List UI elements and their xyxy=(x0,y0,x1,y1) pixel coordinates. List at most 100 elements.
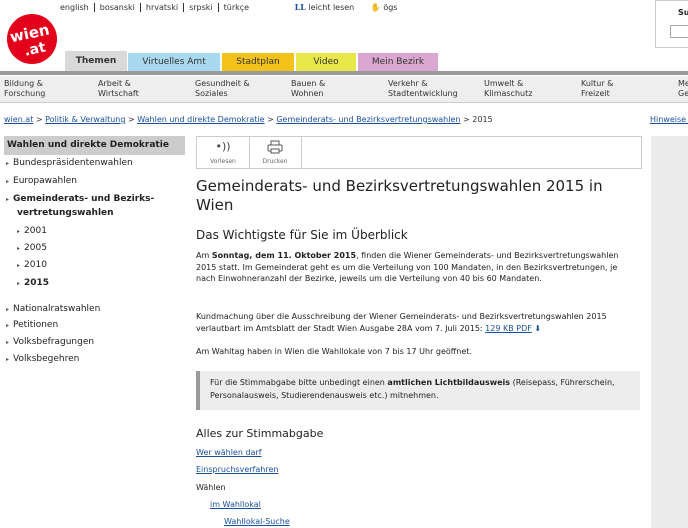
sidebar-item-2001[interactable]: ▸ 2001 xyxy=(17,226,47,236)
category-line: Verkehr & xyxy=(388,79,428,88)
intro-paragraph: Am Sonntag, dem 11. Oktober 2015, finden… xyxy=(196,250,636,285)
tab-label: Themen xyxy=(75,56,117,66)
leicht-lesen-link[interactable]: LL leicht lesen xyxy=(295,2,355,12)
arrow-icon: ▸ xyxy=(6,339,10,346)
category-line: Gesundheit & xyxy=(195,79,250,88)
category-umwelt[interactable]: Umwelt & Klimaschutz xyxy=(484,79,532,99)
wien-at-logo[interactable]: wien .at xyxy=(4,14,60,64)
category-line: Soziales xyxy=(195,89,228,98)
sidebar-item-label: Gemeinderats- und Bezirks- xyxy=(13,194,155,204)
sidebar-item-label: Bundespräsidentenwahlen xyxy=(13,158,133,168)
breadcrumb-link[interactable]: wien.at xyxy=(4,115,33,124)
tab-virtuelles-amt[interactable]: Virtuelles Amt xyxy=(128,53,220,71)
breadcrumb-link[interactable]: Politik & Verwaltung xyxy=(45,115,125,124)
id-notice-text: Für die Stimmabgabe bitte unbedingt eine… xyxy=(210,377,620,402)
sidebar-item-europawahlen[interactable]: ▸ Europawahlen xyxy=(6,176,77,186)
category-gesundheit[interactable]: Gesundheit & Soziales xyxy=(195,79,250,99)
sidebar-item-gemeinderat-cont[interactable]: vertretungswahlen xyxy=(17,208,114,218)
search-label: Su xyxy=(678,8,688,17)
category-verkehr[interactable]: Verkehr & Stadtentwicklung xyxy=(388,79,458,99)
category-line: Umwelt & xyxy=(484,79,524,88)
category-more[interactable]: Me Ge xyxy=(678,79,688,99)
category-line: Klimaschutz xyxy=(484,89,533,98)
sidebar-item-label: 2015 xyxy=(24,278,50,288)
sidebar-item-label: Volksbefragungen xyxy=(13,337,95,347)
category-line: Ge xyxy=(678,89,688,98)
hinweise-link[interactable]: Hinweise z xyxy=(650,115,688,124)
sidebar-item-volksbefragungen[interactable]: ▸ Volksbefragungen xyxy=(6,337,94,347)
read-aloud-button[interactable]: •)) Vorlesen xyxy=(197,137,250,168)
search-panel: Su xyxy=(655,0,688,48)
sidebar-item-nationalrat[interactable]: ▸ Nationalratswahlen xyxy=(6,304,100,314)
tab-mein-bezirk[interactable]: Mein Bezirk xyxy=(358,53,438,71)
sidebar-item-2005[interactable]: ▸ 2005 xyxy=(17,243,47,253)
category-kultur[interactable]: Kultur & Freizeit xyxy=(581,79,613,99)
arrow-icon: ▸ xyxy=(17,262,21,269)
breadcrumb-sep: > xyxy=(463,115,470,124)
id-notice-box: Für die Stimmabgabe bitte unbedingt eine… xyxy=(196,371,640,410)
breadcrumb-sep: > xyxy=(35,115,43,124)
printer-icon xyxy=(249,140,301,157)
lang-link-english[interactable]: english xyxy=(60,3,95,12)
sidebar-item-label: 2010 xyxy=(24,260,47,270)
text-bold: amtlichen Lichtbildausweis xyxy=(387,378,511,387)
breadcrumb-link[interactable]: Gemeinderats- und Bezirksvertretungswahl… xyxy=(276,115,460,124)
sign-language-link[interactable]: ✋ ögs xyxy=(371,3,398,12)
category-line: Me xyxy=(678,79,688,88)
wahllokal-link[interactable]: im Wahllokal xyxy=(210,500,261,509)
page-toolbar: •)) Vorlesen Drucken xyxy=(196,136,642,169)
read-aloud-label: Vorlesen xyxy=(210,158,236,165)
leicht-lesen-icon: LL xyxy=(294,2,306,12)
category-line: Freizeit xyxy=(581,89,610,98)
breadcrumb: wien.at > Politik & Verwaltung > Wahlen … xyxy=(4,115,493,124)
einspruch-link[interactable]: Einspruchsverfahren xyxy=(196,465,278,474)
tab-themen[interactable]: Themen xyxy=(65,51,127,72)
sidebar-item-petitionen[interactable]: ▸ Petitionen xyxy=(6,320,58,330)
text: Kundmachung über die Ausschreibung der W… xyxy=(196,312,607,333)
sidebar: Wahlen und direkte Demokratie xyxy=(4,136,185,155)
lang-link-bosanski[interactable]: bosanski xyxy=(95,3,141,12)
arrow-icon: ▸ xyxy=(6,306,10,313)
tab-label: Virtuelles Amt xyxy=(142,57,206,67)
announcement-paragraph: Kundmachung über die Ausschreibung der W… xyxy=(196,311,636,334)
speaker-icon: •)) xyxy=(215,140,231,153)
wer-waehlen-link[interactable]: Wer wählen darf xyxy=(196,448,262,457)
category-bildung[interactable]: Bildung & Forschung xyxy=(4,79,45,99)
tab-bar-underline xyxy=(0,71,688,75)
category-line: Kultur & xyxy=(581,79,614,88)
sidebar-item-label: Nationalratswahlen xyxy=(13,304,101,314)
category-nav: Bildung & Forschung Arbeit & Wirtschaft Ge… xyxy=(0,76,688,103)
page-title: Gemeinderats- und Bezirksvertretungswahl… xyxy=(196,177,603,214)
lang-link-tuerkce[interactable]: türkçe xyxy=(219,3,254,12)
sidebar-heading[interactable]: Wahlen und direkte Demokratie xyxy=(4,136,185,155)
search-input[interactable] xyxy=(670,25,688,38)
breadcrumb-sep: > xyxy=(267,115,274,124)
sidebar-item-label: 2001 xyxy=(24,226,47,236)
sidebar-item-gemeinderat[interactable]: ▸ Gemeinderats- und Bezirks- xyxy=(6,194,154,204)
right-column xyxy=(651,136,688,528)
arrow-icon: ▸ xyxy=(17,228,21,235)
text: Am xyxy=(196,251,212,260)
sidebar-item-bundespraesident[interactable]: ▸ Bundespräsidentenwahlen xyxy=(6,158,133,168)
lang-link-srpski[interactable]: srpski xyxy=(184,3,219,12)
category-line: Bildung & xyxy=(4,79,44,88)
sidebar-item-volksbegehren[interactable]: ▸ Volksbegehren xyxy=(6,354,79,364)
print-button[interactable]: Drucken xyxy=(249,137,302,168)
tab-video[interactable]: Video xyxy=(296,53,356,71)
sidebar-item-2015[interactable]: ▸ 2015 xyxy=(17,278,49,288)
lang-link-hrvatski[interactable]: hrvatski xyxy=(141,3,185,12)
category-bauen[interactable]: Bauen & Wohnen xyxy=(291,79,325,99)
sidebar-item-2010[interactable]: ▸ 2010 xyxy=(17,260,47,270)
sidebar-item-label: Europawahlen xyxy=(13,176,77,186)
category-line: Bauen & xyxy=(291,79,326,88)
wahllokal-suche-link[interactable]: Wahllokal-Suche xyxy=(224,517,290,526)
pdf-link[interactable]: 129 KB PDF xyxy=(485,324,532,333)
category-line: Stadtentwicklung xyxy=(388,89,458,98)
tab-label: Stadtplan xyxy=(236,57,280,67)
category-line: Wirtschaft xyxy=(98,89,139,98)
breadcrumb-link[interactable]: Wahlen und direkte Demokratie xyxy=(137,115,264,124)
tab-stadtplan[interactable]: Stadtplan xyxy=(222,53,294,71)
sidebar-item-label: 2005 xyxy=(24,243,47,253)
arrow-icon: ▸ xyxy=(6,356,10,363)
category-arbeit[interactable]: Arbeit & Wirtschaft xyxy=(98,79,139,99)
